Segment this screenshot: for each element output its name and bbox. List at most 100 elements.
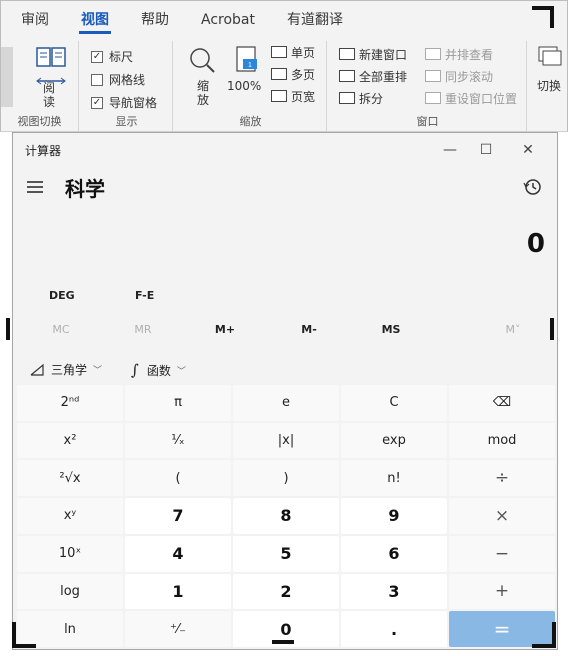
title-bar[interactable]: 计算器 — ☐ ✕ — [13, 133, 557, 167]
power-button[interactable]: xʸ — [17, 498, 123, 534]
split-button[interactable]: 拆分 — [339, 87, 407, 109]
arrange-all-button[interactable]: 全部重排 — [339, 65, 407, 87]
gridlines-check-icon — [91, 73, 103, 86]
backspace-button[interactable]: ⌫ — [449, 385, 555, 421]
function-row: 三角学 ﹀ ∫ 函数 ﹀ — [13, 357, 557, 381]
read-mode-icon[interactable] — [35, 45, 67, 69]
nav-pane-checkbox[interactable]: ✓ 导航窗格 — [91, 91, 172, 114]
tab-review[interactable]: 审阅 — [19, 9, 51, 31]
sync-scroll-button[interactable]: 同步滚动 — [425, 65, 517, 87]
memory-store-button[interactable]: MS — [382, 323, 401, 336]
exp-button[interactable]: exp — [341, 422, 447, 459]
trigonometry-dropdown[interactable]: 三角学 ﹀ — [29, 361, 102, 378]
negate-button[interactable]: ⁺⁄₋ — [125, 611, 231, 647]
web-layout-icon[interactable] — [35, 71, 67, 85]
e-button[interactable]: e — [233, 385, 339, 421]
fe-button[interactable]: F-E — [135, 289, 154, 302]
hundred-percent-icon[interactable]: 1 — [231, 45, 261, 75]
split-label: 拆分 — [359, 91, 384, 106]
maximize-button[interactable]: ☐ — [471, 139, 501, 161]
menu-icon[interactable] — [27, 181, 43, 193]
memory-clear-button[interactable]: MC — [52, 323, 69, 336]
new-window-icon — [339, 48, 355, 60]
angle-unit-button[interactable]: DEG — [49, 289, 75, 302]
show-group-label: 显示 — [115, 115, 138, 128]
switch-windows-icon[interactable] — [535, 45, 563, 71]
zoom-icon[interactable] — [187, 45, 217, 75]
reset-position-button[interactable]: 重设窗口位置 — [425, 87, 517, 109]
word-ribbon: 审阅 视图 帮助 Acrobat 有道翻译 阅 读 视图切换 ✓ 标尺 网格线 ✓… — [0, 0, 568, 132]
triangle-icon — [30, 363, 44, 376]
plus-button[interactable]: + — [449, 573, 555, 610]
angle-row: DEG F-E — [13, 287, 557, 307]
selection-handle[interactable] — [6, 318, 10, 340]
clear-button[interactable]: C — [341, 385, 447, 421]
close-button[interactable]: ✕ — [513, 139, 543, 161]
selection-handle[interactable] — [552, 622, 556, 648]
digit-3-button[interactable]: 3 — [341, 573, 447, 610]
equals-button[interactable]: = — [449, 611, 555, 647]
minus-button[interactable]: − — [449, 535, 555, 572]
window-left-column: 新建窗口 全部重排 拆分 — [339, 43, 407, 109]
digit-1-button[interactable]: 1 — [125, 573, 231, 610]
memory-subtract-button[interactable]: M- — [301, 323, 317, 336]
digit-7-button[interactable]: 7 — [125, 498, 231, 534]
page-width-button[interactable]: 页宽 — [271, 85, 315, 107]
history-icon[interactable] — [523, 177, 543, 197]
abs-button[interactable]: |x| — [233, 422, 339, 459]
pi-button[interactable]: π — [125, 385, 231, 421]
minimize-button[interactable]: — — [435, 139, 465, 161]
digit-6-button[interactable]: 6 — [341, 535, 447, 572]
selection-handle[interactable] — [550, 6, 554, 28]
second-button[interactable]: 2ⁿᵈ — [17, 385, 123, 421]
tab-youdao[interactable]: 有道翻译 — [285, 9, 345, 31]
page-width-icon — [271, 90, 287, 102]
multiple-pages-button[interactable]: 多页 — [271, 63, 315, 85]
square-button[interactable]: x² — [17, 422, 123, 459]
divide-button[interactable]: ÷ — [449, 460, 555, 497]
digit-5-button[interactable]: 5 — [233, 535, 339, 572]
memory-list-button[interactable]: M˅ — [506, 323, 521, 336]
read-mode-label: 阅 读 — [43, 81, 56, 109]
ruler-label: 标尺 — [109, 50, 134, 64]
digit-2-button[interactable]: 2 — [233, 573, 339, 610]
page-width-label: 页宽 — [291, 89, 316, 104]
one-page-button[interactable]: 单页 — [271, 41, 315, 63]
log-button[interactable]: log — [17, 573, 123, 610]
side-by-side-button[interactable]: 并排查看 — [425, 43, 517, 65]
memory-recall-button[interactable]: MR — [134, 323, 151, 336]
memory-add-button[interactable]: M+ — [215, 323, 235, 336]
open-paren-button[interactable]: ( — [125, 460, 231, 497]
tab-acrobat[interactable]: Acrobat — [199, 9, 257, 31]
digit-4-button[interactable]: 4 — [125, 535, 231, 572]
nav-pane-label: 导航窗格 — [109, 96, 158, 110]
multiple-pages-label: 多页 — [291, 67, 316, 82]
window-right-column: 并排查看 同步滚动 重设窗口位置 — [425, 43, 517, 109]
ruler-checkbox[interactable]: ✓ 标尺 — [91, 45, 172, 68]
views-group: 阅 读 视图切换 — [1, 41, 79, 131]
print-layout-button[interactable] — [1, 47, 13, 107]
selection-handle[interactable] — [550, 318, 554, 340]
digit-9-button[interactable]: 9 — [341, 498, 447, 534]
multiply-button[interactable]: × — [449, 498, 555, 534]
svg-text:1: 1 — [248, 62, 252, 69]
sync-scroll-icon — [425, 70, 441, 82]
gridlines-checkbox[interactable]: 网格线 — [91, 68, 172, 91]
sqrt-button[interactable]: ²√x — [17, 460, 123, 497]
ln-button[interactable]: ln — [17, 611, 123, 647]
reciprocal-button[interactable]: ¹⁄ₓ — [125, 422, 231, 459]
digit-8-button[interactable]: 8 — [233, 498, 339, 534]
reset-position-label: 重设窗口位置 — [445, 91, 518, 106]
tab-view[interactable]: 视图 — [79, 9, 111, 34]
close-paren-button[interactable]: ) — [233, 460, 339, 497]
ten-power-button[interactable]: 10ˣ — [17, 535, 123, 572]
mod-button[interactable]: mod — [449, 422, 555, 459]
selection-handle[interactable] — [272, 640, 294, 644]
decimal-button[interactable]: . — [341, 611, 447, 647]
function-dropdown[interactable]: ∫ 函数 ﹀ — [131, 361, 186, 379]
hundred-percent-label: 100% — [227, 79, 262, 93]
tab-help[interactable]: 帮助 — [139, 9, 171, 31]
selection-handle[interactable] — [12, 644, 36, 648]
factorial-button[interactable]: n! — [341, 460, 447, 497]
new-window-button[interactable]: 新建窗口 — [339, 43, 407, 65]
